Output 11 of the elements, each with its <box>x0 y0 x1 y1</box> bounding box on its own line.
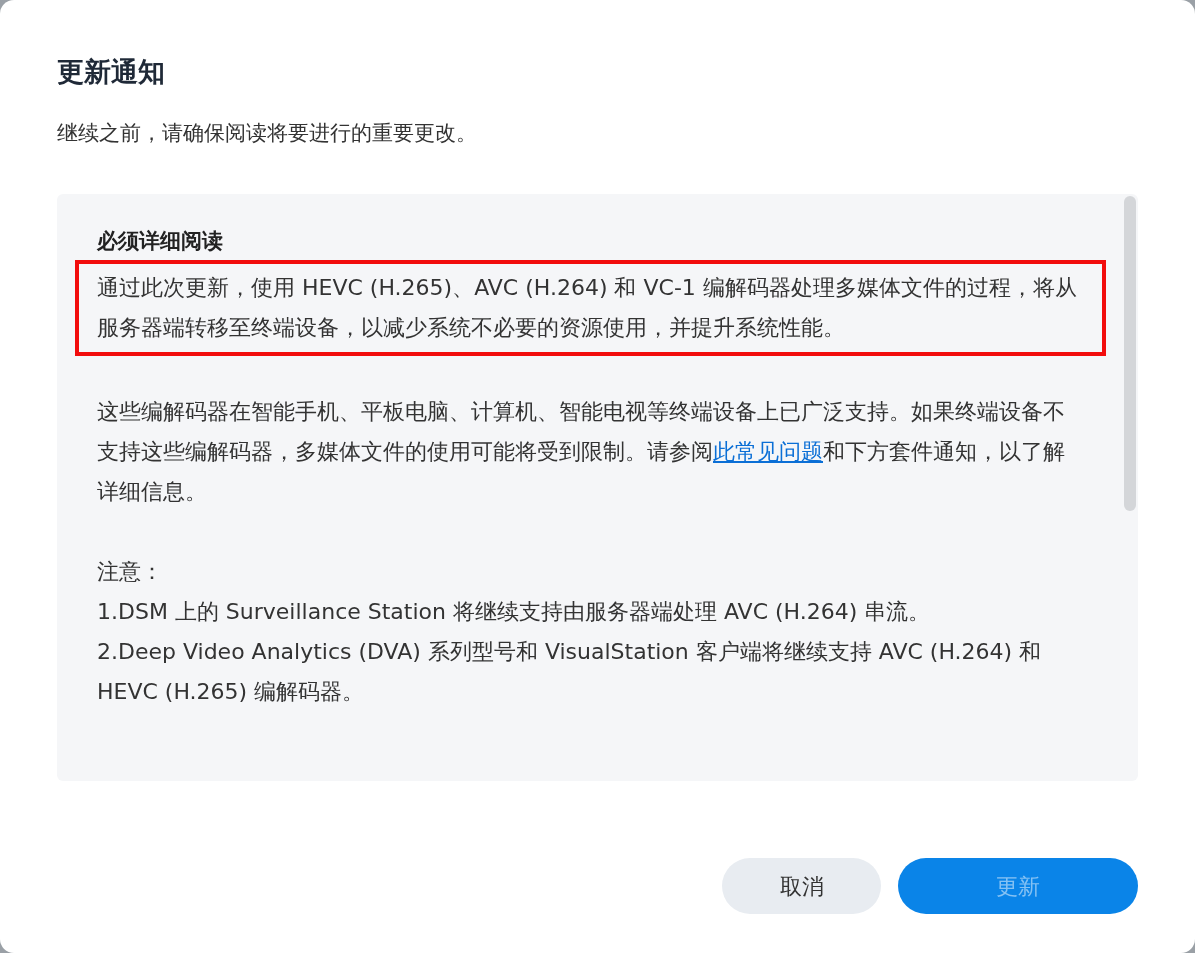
faq-link[interactable]: 此常见问题 <box>713 439 823 464</box>
notice-paragraph: 通过此次更新，使用 HEVC (H.265)、AVC (H.264) 和 VC-1 编解码器处理多媒体文件的过程，将从服务器端转移至终端设备，以减少系统不必要的资源使用，并提升系统性能。 <box>97 274 1078 342</box>
dialog-subtitle: 继续之前，请确保阅读将要进行的重要更改。 <box>57 120 478 147</box>
notice-paragraph: 这些编解码器在智能手机、平板电脑、计算机、智能电视等终端设备上已广泛支持。如果终端设备不支持这些编解码器，多媒体文件的使用可能将受到限制。请参阅此常见问题和下方套件通知，以了解详细信息。 <box>97 398 1066 506</box>
cancel-button[interactable]: 取消 <box>722 858 881 914</box>
dialog-title: 更新通知 <box>57 55 166 89</box>
note-label: 注意： <box>97 558 164 586</box>
note-item: 1.DSM 上的 Surveillance Station 将继续支持由服务器端处理 AVC (H.264) 串流。 <box>97 598 932 626</box>
note-item: 2.Deep Video Analytics (DVA) 系列型号和 VisualStation 客户端将继续支持 AVC (H.264) 和 HEVC (H.265) 编解码器。 <box>97 638 1043 706</box>
notice-heading: 必须详细阅读 <box>97 228 224 255</box>
scrollbar-thumb[interactable] <box>1124 196 1136 511</box>
